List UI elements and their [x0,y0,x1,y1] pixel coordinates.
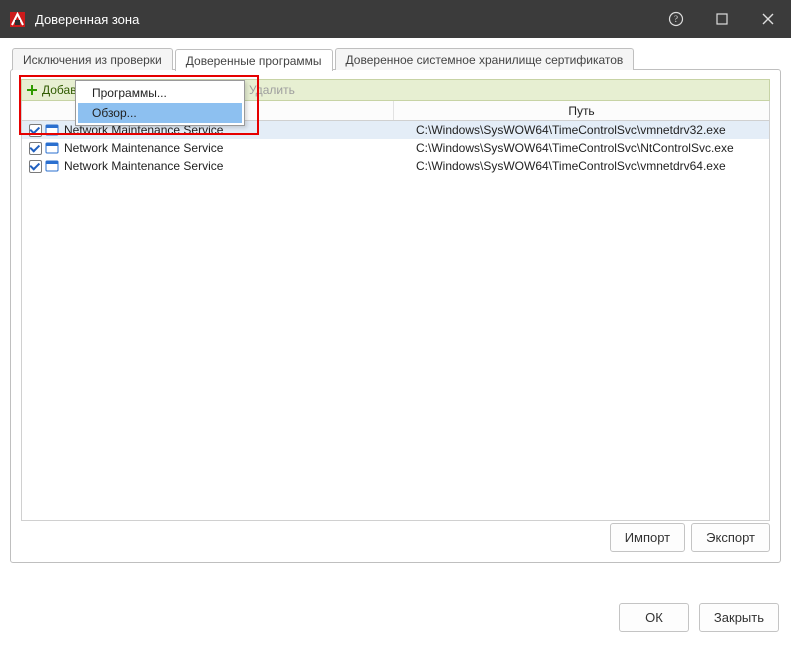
menu-item-programs[interactable]: Программы... [78,83,242,103]
cell-path: C:\Windows\SysWOW64\TimeControlSvc\NtCon… [416,141,769,155]
window-icon [44,140,60,156]
maximize-button[interactable] [699,0,745,38]
app-logo-icon [10,12,25,27]
close-button[interactable]: Закрыть [699,603,779,632]
cell-path: C:\Windows\SysWOW64\TimeControlSvc\vmnet… [416,159,769,173]
plus-icon [26,84,38,96]
cell-program: Network Maintenance Service [64,159,416,173]
context-menu: Программы... Обзор... [75,80,245,126]
window-titlebar: Доверенная зона ? [0,0,791,38]
tab-panel-trusted-apps: Добавить Изменить Удалить Программа Путь [10,69,781,563]
table-row[interactable]: Network Maintenance Service C:\Windows\S… [22,139,769,157]
tabs-row: Исключения из проверки Доверенные програ… [10,48,781,70]
window-title: Доверенная зона [35,12,653,27]
row-checkbox[interactable] [29,160,42,173]
cell-path: C:\Windows\SysWOW64\TimeControlSvc\vmnet… [416,123,769,137]
dialog-body: Исключения из проверки Доверенные програ… [0,38,791,573]
row-checkbox[interactable] [29,142,42,155]
close-window-button[interactable] [745,0,791,38]
dialog-footer: ОК Закрыть [619,603,779,632]
window-icon [44,122,60,138]
window-icon [44,158,60,174]
tab-trusted-apps[interactable]: Доверенные программы [175,49,333,71]
ok-button[interactable]: ОК [619,603,689,632]
list-area: Network Maintenance Service C:\Windows\S… [21,121,770,521]
panel-actions: Импорт Экспорт [610,523,770,552]
export-button[interactable]: Экспорт [691,523,770,552]
svg-text:?: ? [674,14,678,24]
tab-trusted-cert-store[interactable]: Доверенное системное хранилище сертифика… [335,48,635,70]
column-header-path[interactable]: Путь [394,101,769,120]
cell-program: Network Maintenance Service [64,141,416,155]
row-checkbox[interactable] [29,124,42,137]
help-button[interactable]: ? [653,0,699,38]
tab-exclusions[interactable]: Исключения из проверки [12,48,173,70]
menu-item-browse[interactable]: Обзор... [78,103,242,123]
import-button[interactable]: Импорт [610,523,685,552]
table-row[interactable]: Network Maintenance Service C:\Windows\S… [22,157,769,175]
delete-button-label: Удалить [243,83,295,97]
